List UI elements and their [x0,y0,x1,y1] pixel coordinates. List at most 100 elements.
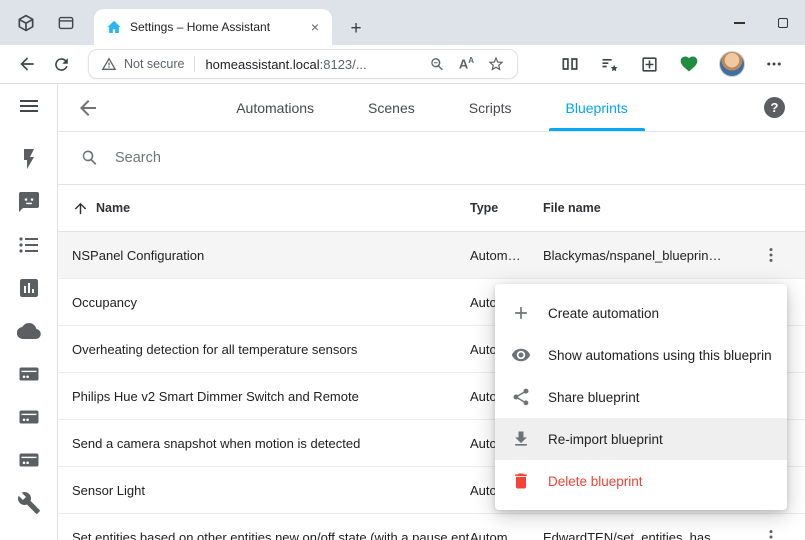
table-header: Name Type File name [58,185,805,232]
row-type: Autom… [470,530,543,540]
url-path: :8123/... [320,57,367,72]
sidebar-server-item-2[interactable] [17,405,41,429]
row-name: Set entities based on other entities new… [58,514,470,540]
address-bar[interactable]: Not secure homeassistant.local:8123/... … [88,49,518,79]
flash-icon [17,147,41,171]
zoom-icon[interactable] [429,56,446,73]
download-icon [511,429,531,449]
split-screen-icon[interactable] [560,54,580,74]
list-icon [17,233,41,257]
tab-blueprints[interactable]: Blueprints [539,84,655,131]
row-type: Autom… [470,248,543,263]
refresh-icon[interactable] [47,50,75,78]
browser-tab[interactable]: Settings – Home Assistant × [94,9,332,45]
tab-scenes[interactable]: Scenes [341,84,442,131]
menu-item-label: Delete blueprint [548,474,643,489]
row-name: Occupancy [58,279,470,326]
tab-scripts[interactable]: Scripts [442,84,539,131]
sidebar-assist-item[interactable] [17,190,41,214]
row-overflow-menu-icon[interactable] [747,245,795,265]
menu-item-create-automation[interactable]: Create automation [495,292,787,334]
plus-icon [511,303,531,323]
column-header-file[interactable]: File name [543,201,747,215]
back-icon[interactable] [13,50,41,78]
menu-item-label: Show automations using this blueprint [548,348,771,363]
url-text: homeassistant.local:8123/... [205,57,366,72]
row-overflow-menu-icon[interactable] [747,527,795,540]
ha-sidebar [0,84,58,540]
tab-automations[interactable]: Automations [209,84,341,131]
new-tab-button[interactable]: + [342,13,370,45]
cloud-icon [17,319,41,343]
ha-topbar: Automations Scenes Scripts Blueprints ? [58,84,805,132]
read-aloud-icon[interactable]: AA [459,57,474,70]
server-icon [17,448,41,472]
not-secure-warning-icon [101,56,117,72]
chart-box-icon [17,276,41,300]
minimize-icon [734,22,745,24]
row-name: Overheating detection for all temperatur… [58,326,470,373]
sidebar-history-item[interactable] [17,276,41,300]
collections-icon[interactable] [640,55,659,74]
tab-close-icon[interactable]: × [306,18,324,36]
favorites-icon[interactable] [600,54,620,74]
favorite-star-icon[interactable] [487,55,505,73]
browser-essentials-icon[interactable] [679,54,699,74]
row-file: Blackymas/nspanel_blueprin… [543,248,747,263]
menu-item-delete-blueprint[interactable]: Delete blueprint [495,460,787,502]
row-name: NSPanel Configuration [58,232,470,279]
ha-back-icon[interactable] [76,96,100,120]
profile-avatar[interactable] [719,51,745,77]
menu-item-label: Re-import blueprint [548,432,663,447]
kebab-icon [761,527,781,540]
home-assistant-favicon [106,19,122,35]
server-icon [17,405,41,429]
sidebar-server-item-3[interactable] [17,448,41,472]
menu-item-reimport-blueprint[interactable]: Re-import blueprint [495,418,787,460]
maximize-button[interactable] [761,0,805,45]
url-host: homeassistant.local [205,57,319,72]
workspaces-icon[interactable] [14,11,38,35]
blueprint-context-menu: Create automation Show automations using… [495,284,787,510]
maximize-icon [778,18,788,28]
trash-icon [511,471,531,491]
wrench-icon [17,491,41,515]
menu-item-label: Share blueprint [548,390,640,405]
menu-item-show-automations[interactable]: Show automations using this blueprint [495,334,787,376]
kebab-icon [761,245,781,265]
row-name: Send a camera snapshot when motion is de… [58,420,470,467]
tab-actions-icon[interactable] [54,11,78,35]
row-file: EdwardTEN/set_entities_has… [543,530,747,540]
search-input[interactable]: Search [58,132,805,185]
menu-item-share-blueprint[interactable]: Share blueprint [495,376,787,418]
sidebar-cloud-item[interactable] [17,319,41,343]
column-header-type[interactable]: Type [470,201,543,215]
browser-window: Settings – Home Assistant × + × Not secu… [0,0,805,540]
eye-icon [511,345,531,365]
window-controls: × [717,0,805,45]
toolbar-right-icons [560,51,795,77]
share-icon [511,387,531,407]
sidebar-developer-tools-item[interactable] [17,491,41,515]
sidebar-menu-icon[interactable] [17,94,41,118]
browser-toolbar: Not secure homeassistant.local:8123/... … [0,45,805,84]
address-divider [194,56,195,72]
tab-strip-left-icons [10,0,94,45]
sidebar-todo-item[interactable] [17,233,41,257]
sidebar-server-item-1[interactable] [17,362,41,386]
minimize-button[interactable] [717,0,761,45]
search-placeholder: Search [115,150,161,166]
menu-item-label: Create automation [548,306,659,321]
ha-tabs: Automations Scenes Scripts Blueprints [100,84,764,131]
tab-title: Settings – Home Assistant [130,20,298,34]
settings-more-icon[interactable] [765,55,783,73]
table-row[interactable]: NSPanel Configuration Autom… Blackymas/n… [58,232,805,279]
column-header-name[interactable]: Name [58,200,470,217]
sidebar-energy-item[interactable] [17,147,41,171]
sort-ascending-icon [72,200,89,217]
table-row[interactable]: Set entities based on other entities new… [58,514,805,540]
chat-icon [17,190,41,214]
help-icon[interactable]: ? [764,97,785,118]
address-bar-actions: AA [429,55,505,73]
server-icon [17,362,41,386]
